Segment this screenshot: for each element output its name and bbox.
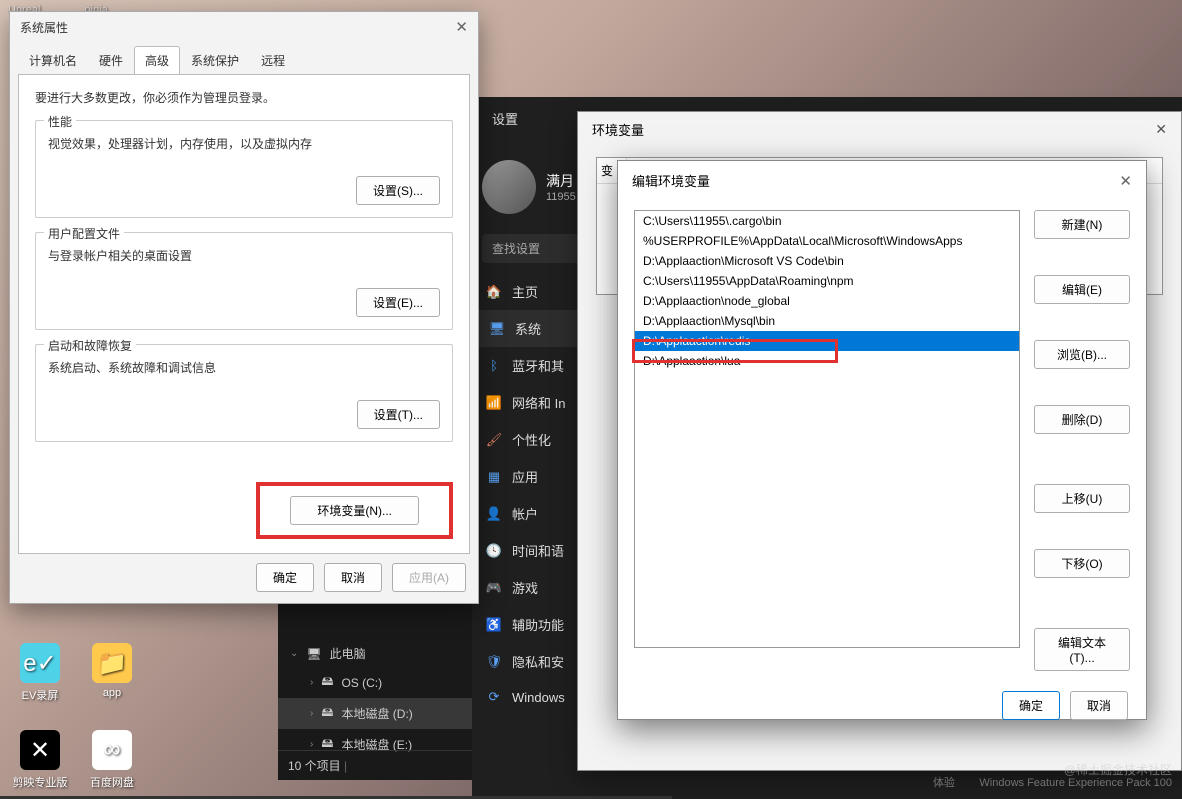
nav-icon: 🕓 — [486, 543, 502, 559]
profile-id: 11955 — [546, 191, 576, 203]
nav-label: 个性化 — [512, 430, 551, 449]
close-icon[interactable]: ✕ — [1119, 172, 1132, 190]
close-icon[interactable]: ✕ — [1155, 121, 1167, 138]
nav-label: 应用 — [512, 467, 538, 486]
sysprops-cancel-button[interactable]: 取消 — [324, 563, 382, 592]
path-entry[interactable]: D:\Applaaction\redis — [635, 331, 1019, 351]
chevron-down-icon: ⌄ — [290, 648, 298, 659]
app-icon: ∞ — [92, 730, 132, 770]
profile-name: 满月 — [546, 171, 576, 191]
pc-icon: 🖥 — [306, 647, 321, 661]
nav-label: Windows — [512, 690, 565, 705]
startup-settings-button[interactable]: 设置(T)... — [357, 400, 440, 429]
nav-icon: ᛒ — [486, 358, 502, 374]
desktop-icon[interactable]: 📁 app — [82, 643, 142, 699]
move-down-button[interactable]: 下移(O) — [1034, 549, 1130, 578]
icon-label: app — [82, 687, 142, 699]
chevron-right-icon: › — [310, 677, 313, 688]
editenv-ok-button[interactable]: 确定 — [1002, 691, 1060, 720]
path-entry[interactable]: C:\Users\11955\AppData\Roaming\npm — [635, 271, 1019, 291]
watermark: @稀土掘金技术社区 — [1064, 761, 1172, 778]
nav-icon: ♿ — [486, 617, 502, 633]
edit-button[interactable]: 编辑(E) — [1034, 275, 1130, 304]
sysprops-tab[interactable]: 高级 — [134, 46, 180, 75]
avatar — [482, 160, 536, 214]
explorer-status-bar: 10 个项目 | — [278, 750, 478, 780]
perf-settings-button[interactable]: 设置(S)... — [356, 176, 440, 205]
nav-label: 游戏 — [512, 578, 538, 597]
drive-item[interactable]: ›🖴OS (C:) — [278, 667, 478, 698]
editenv-title: 编辑环境变量 — [632, 171, 710, 190]
nav-icon: 🖌 — [486, 432, 502, 448]
sysprops-tab[interactable]: 系统保护 — [180, 46, 250, 75]
path-entry[interactable]: D:\Applaaction\node_global — [635, 291, 1019, 311]
nav-label: 帐户 — [512, 504, 538, 523]
sysprops-tab[interactable]: 远程 — [250, 46, 296, 75]
user-profile-group: 用户配置文件 与登录帐户相关的桌面设置 设置(E)... — [35, 232, 453, 330]
sysprops-ok-button[interactable]: 确定 — [256, 563, 314, 592]
new-button[interactable]: 新建(N) — [1034, 210, 1130, 239]
sysprops-tabs: 计算机名硬件高级系统保护远程 — [10, 42, 478, 75]
path-entries-listbox[interactable]: C:\Users\11955\.cargo\bin%USERPROFILE%\A… — [634, 210, 1020, 648]
tree-this-pc[interactable]: ⌄ 🖥 此电脑 — [278, 640, 478, 667]
browse-button[interactable]: 浏览(B)... — [1034, 340, 1130, 369]
envvar-title: 环境变量 — [592, 120, 644, 139]
profile-settings-button[interactable]: 设置(E)... — [356, 288, 440, 317]
edit-env-variable-dialog[interactable]: 编辑环境变量 ✕ C:\Users\11955\.cargo\bin%USERP… — [617, 160, 1147, 720]
path-entry[interactable]: %USERPROFILE%\AppData\Local\Microsoft\Wi… — [635, 231, 1019, 251]
path-entry[interactable]: D:\Applaaction\Microsoft VS Code\bin — [635, 251, 1019, 271]
path-entry[interactable]: C:\Users\11955\.cargo\bin — [635, 211, 1019, 231]
admin-notice: 要进行大多数更改，你必须作为管理员登录。 — [35, 89, 453, 106]
sysprops-apply-button[interactable]: 应用(A) — [392, 563, 466, 592]
nav-label: 网络和 In — [512, 393, 565, 412]
desktop-icon[interactable]: e✓ EV录屏 — [10, 643, 70, 703]
app-icon: 📁 — [92, 643, 132, 683]
drive-item[interactable]: ›🖴本地磁盘 (D:) — [278, 698, 478, 729]
nav-label: 时间和语 — [512, 541, 564, 560]
desktop-icon[interactable]: ∞ 百度网盘 — [82, 730, 142, 790]
icon-label: 百度网盘 — [82, 774, 142, 790]
nav-icon: 🎮 — [486, 580, 502, 596]
chevron-right-icon: › — [310, 708, 313, 719]
env-variables-button[interactable]: 环境变量(N)... — [290, 496, 419, 525]
drive-icon: 🖴 — [321, 703, 333, 724]
nav-icon: ⟳ — [486, 689, 502, 705]
nav-icon: 🏠 — [486, 284, 502, 300]
sysprops-title: 系统属性 — [20, 19, 68, 36]
nav-label: 系统 — [515, 319, 541, 338]
desktop-icon[interactable]: ✕ 剪映专业版 — [10, 730, 70, 790]
drive-icon: 🖴 — [321, 672, 333, 693]
nav-icon: ▦ — [486, 469, 502, 485]
nav-icon: 📶 — [486, 395, 502, 411]
nav-label: 辅助功能 — [512, 615, 564, 634]
red-highlight-envvar: 环境变量(N)... — [256, 482, 453, 539]
performance-group: 性能 视觉效果，处理器计划，内存使用，以及虚拟内存 设置(S)... — [35, 120, 453, 218]
sysprops-tab[interactable]: 计算机名 — [18, 46, 88, 75]
nav-icon: 🛡 — [486, 654, 502, 670]
nav-label: 蓝牙和其 — [512, 356, 564, 375]
edit-text-button[interactable]: 编辑文本(T)... — [1034, 628, 1130, 671]
icon-label: EV录屏 — [10, 687, 70, 703]
nav-icon: 🖥 — [489, 321, 505, 337]
path-entry[interactable]: D:\Applaaction\lua — [635, 351, 1019, 371]
nav-label: 主页 — [512, 282, 538, 301]
app-icon: ✕ — [20, 730, 60, 770]
app-icon: e✓ — [20, 643, 60, 683]
chevron-right-icon: › — [310, 739, 313, 750]
delete-button[interactable]: 删除(D) — [1034, 405, 1130, 434]
nav-label: 隐私和安 — [512, 652, 564, 671]
editenv-cancel-button[interactable]: 取消 — [1070, 691, 1128, 720]
sysprops-tab[interactable]: 硬件 — [88, 46, 134, 75]
path-entry[interactable]: D:\Applaaction\Mysql\bin — [635, 311, 1019, 331]
startup-recovery-group: 启动和故障恢复 系统启动、系统故障和调试信息 设置(T)... — [35, 344, 453, 442]
icon-label: 剪映专业版 — [10, 774, 70, 790]
close-icon[interactable]: ✕ — [455, 18, 468, 36]
system-properties-dialog[interactable]: 系统属性 ✕ 计算机名硬件高级系统保护远程 要进行大多数更改，你必须作为管理员登… — [9, 11, 479, 604]
nav-icon: 👤 — [486, 506, 502, 522]
move-up-button[interactable]: 上移(U) — [1034, 484, 1130, 513]
